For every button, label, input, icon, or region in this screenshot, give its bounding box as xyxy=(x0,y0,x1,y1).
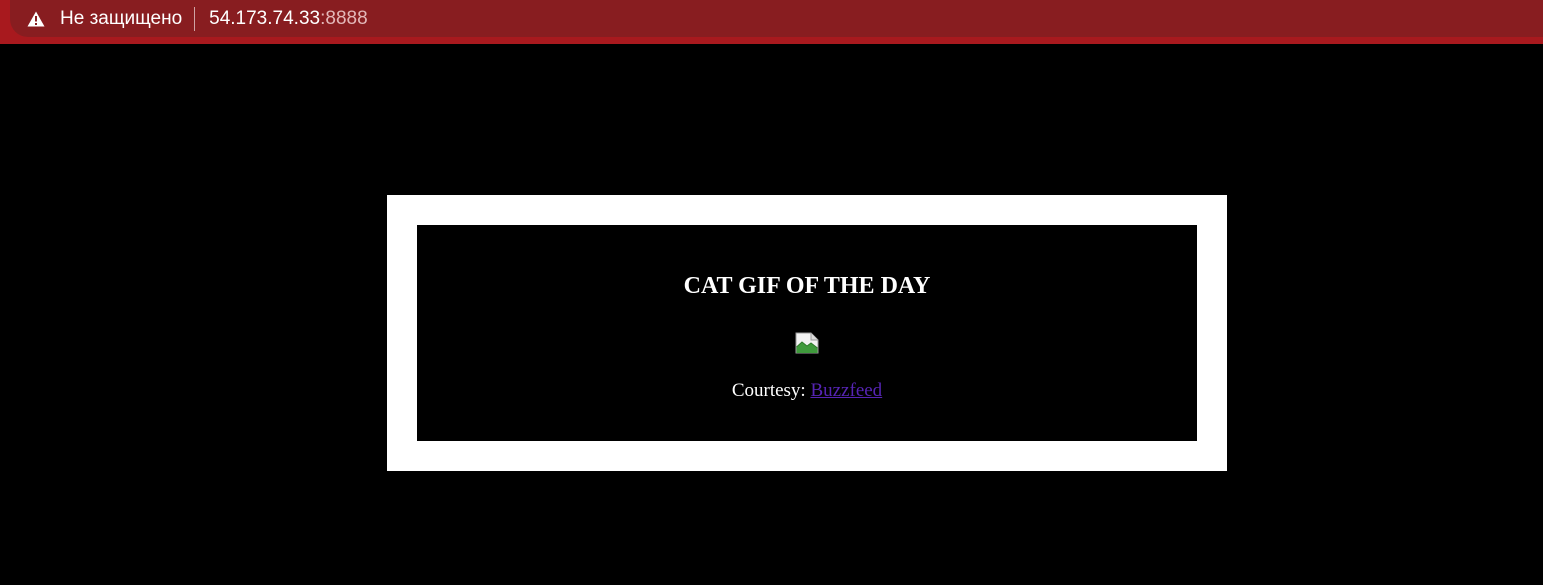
buzzfeed-link[interactable]: Buzzfeed xyxy=(810,380,882,401)
broken-image-icon xyxy=(795,332,819,354)
page-title: CAT GIF OF THE DAY xyxy=(683,273,931,299)
omnibox[interactable]: Не защищено 54.173.74.33:8888 xyxy=(10,0,1543,37)
content-panel: CAT GIF OF THE DAY Courtesy: Buzzfeed xyxy=(417,225,1197,441)
content-frame: CAT GIF OF THE DAY Courtesy: Buzzfeed xyxy=(387,195,1227,471)
url-host[interactable]: 54.173.74.33 xyxy=(209,8,320,30)
security-status-label[interactable]: Не защищено xyxy=(60,8,182,30)
courtesy-line: Courtesy: Buzzfeed xyxy=(417,379,1197,403)
url-port[interactable]: :8888 xyxy=(320,8,368,30)
address-bar: Не защищено 54.173.74.33:8888 xyxy=(0,0,1543,44)
warning-triangle-icon[interactable] xyxy=(26,9,46,29)
courtesy-label: Courtesy: xyxy=(731,380,806,401)
omnibox-divider xyxy=(194,6,196,31)
